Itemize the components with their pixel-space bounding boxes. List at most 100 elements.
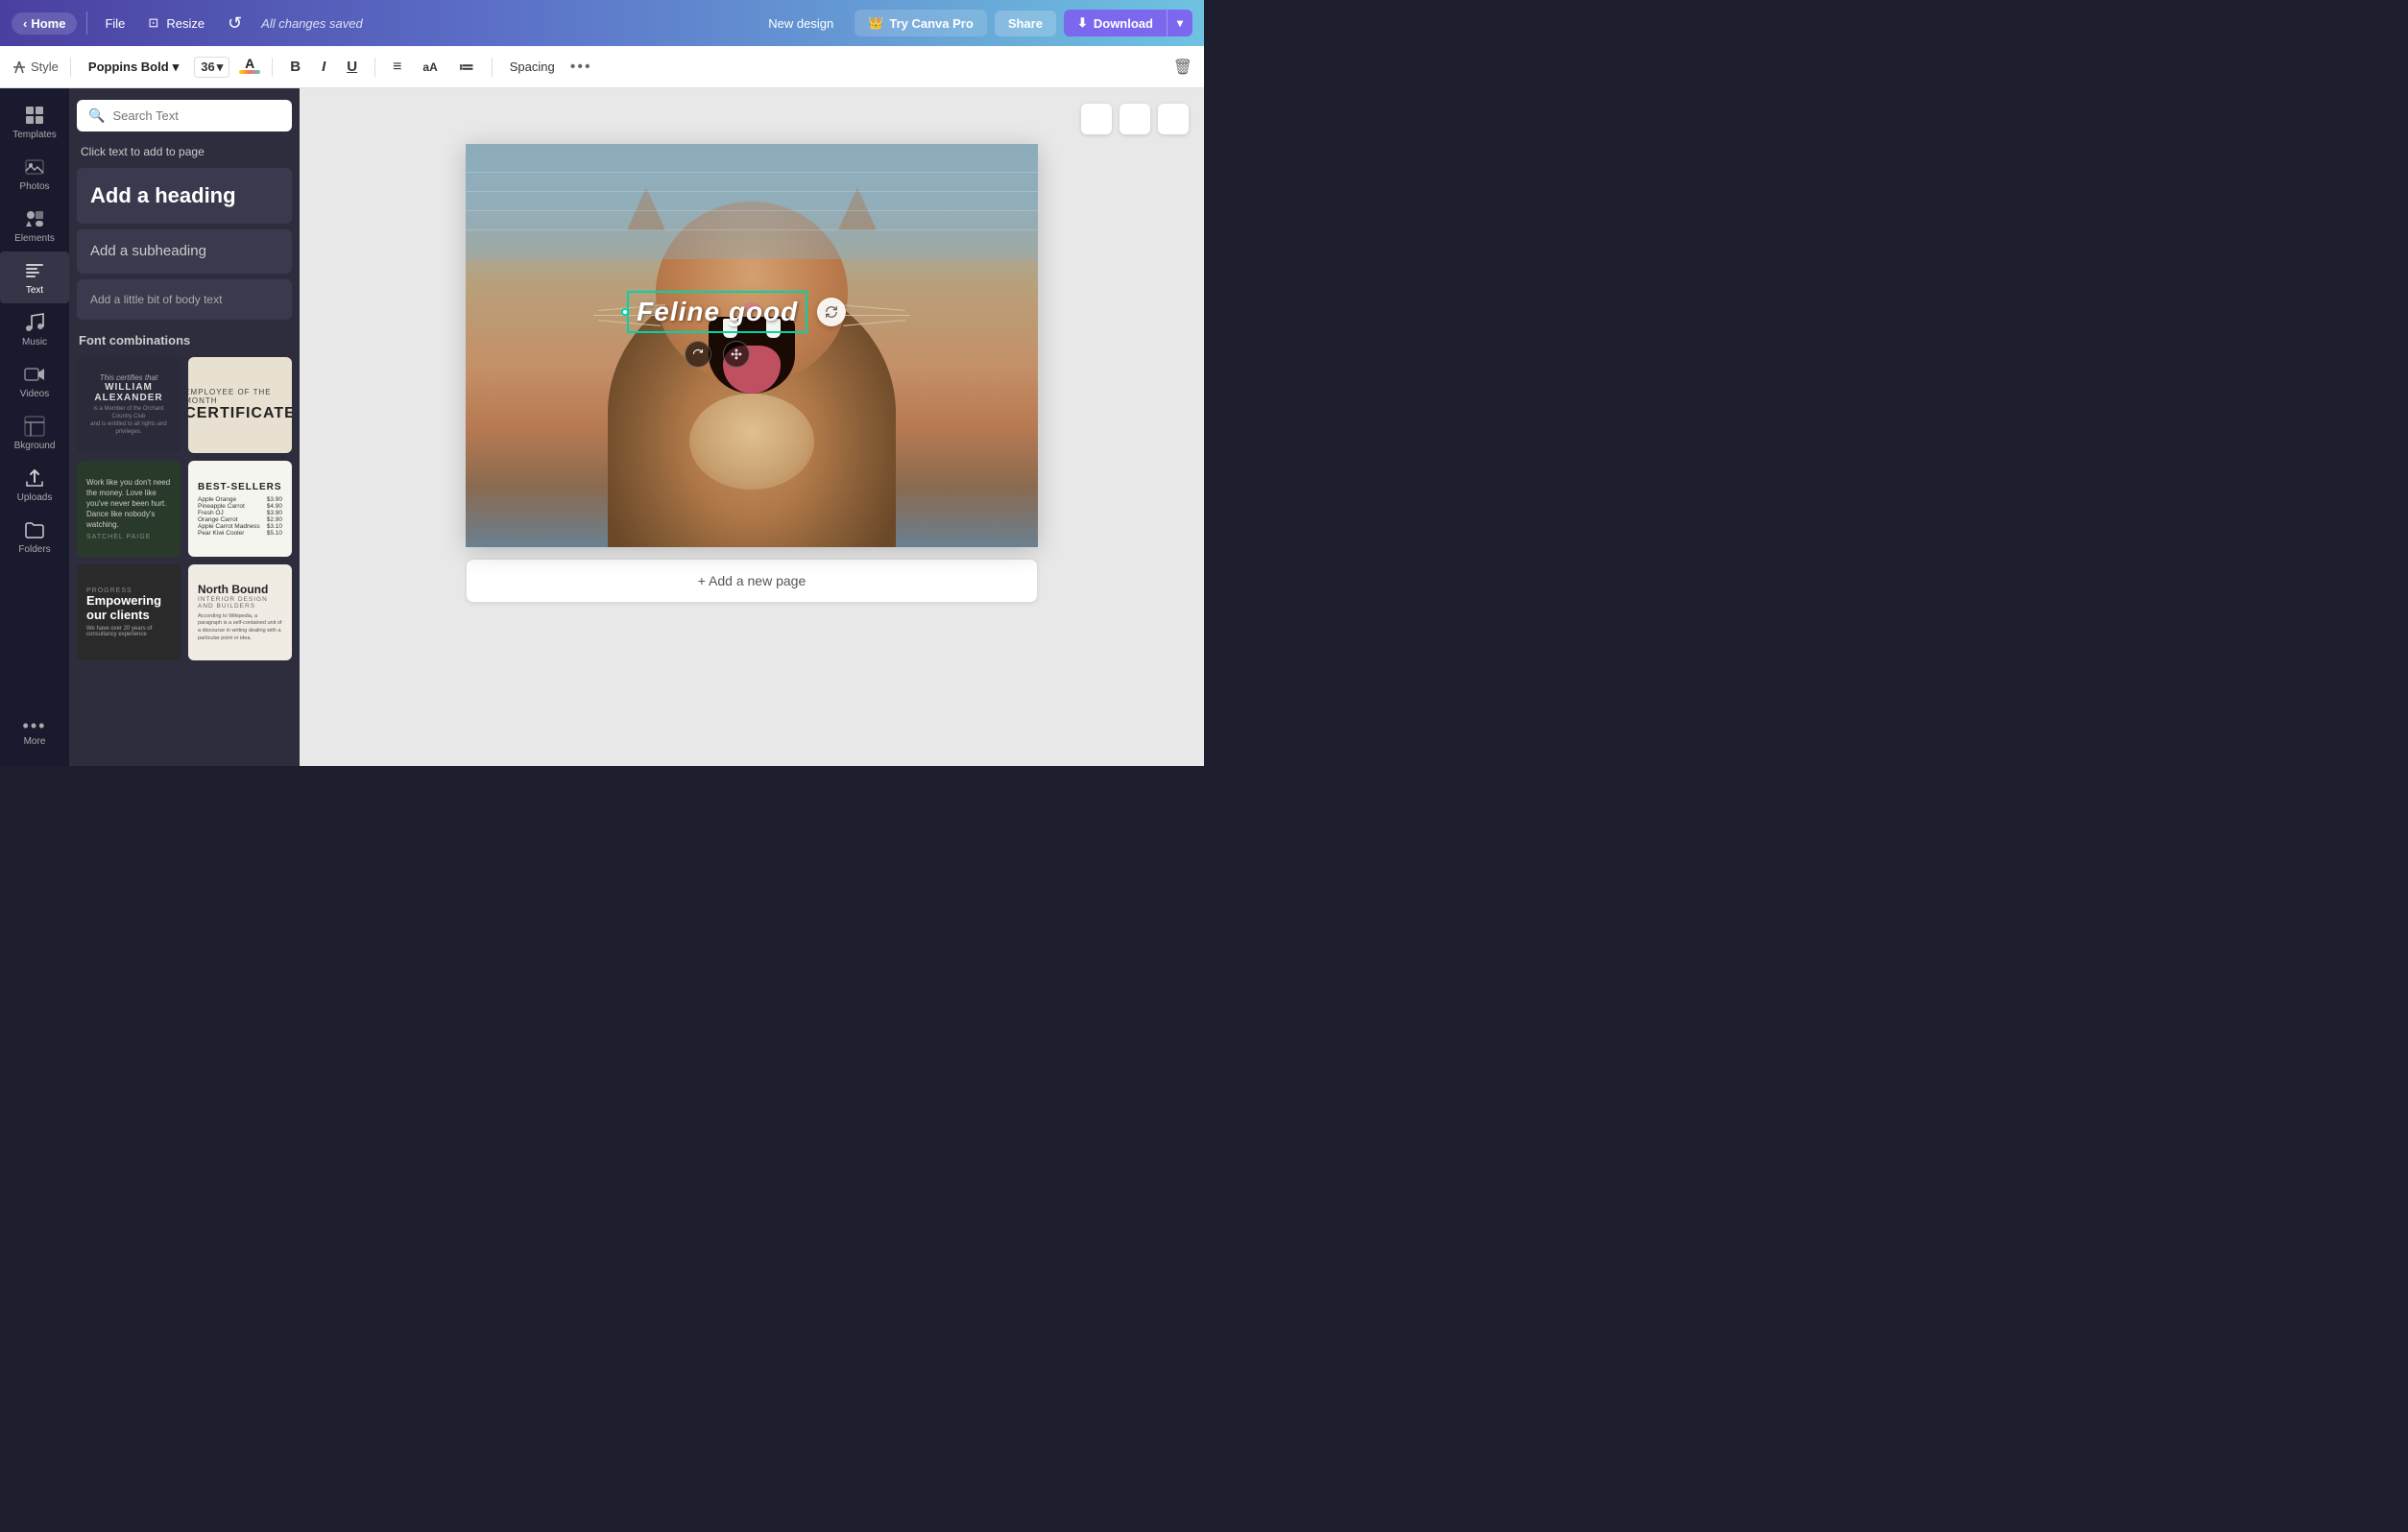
background-icon	[23, 415, 46, 438]
font-size-value: 36	[201, 60, 214, 74]
bold-button[interactable]: B	[284, 57, 306, 77]
sidebar-item-background[interactable]: Bkground	[0, 407, 69, 459]
rotate-handle[interactable]	[817, 298, 846, 326]
underline-button[interactable]: U	[341, 57, 363, 77]
body-text: Add a little bit of body text	[90, 293, 222, 306]
fc1-name: WILLIAM ALEXANDER	[86, 382, 171, 403]
fc5-sub: We have over 20 years of consultancy exp…	[86, 626, 171, 637]
undo-button[interactable]: ↺	[220, 10, 250, 37]
text-controls	[627, 341, 807, 368]
font-dropdown-icon: ▾	[173, 60, 180, 75]
case-button[interactable]: aA	[417, 59, 443, 76]
file-button[interactable]: File	[97, 12, 132, 35]
fc4-row-1: Apple Orange$3.90	[198, 496, 282, 503]
elements-icon	[23, 207, 46, 230]
music-label: Music	[22, 337, 47, 347]
font-combo-card-6[interactable]: North Bound INTERIOR DESIGN AND BUILDERS…	[188, 564, 292, 660]
text-rotate-btn[interactable]	[685, 341, 711, 368]
videos-label: Videos	[20, 389, 49, 399]
download-main-button[interactable]: ⬇ Download	[1064, 10, 1168, 36]
sidebar-item-uploads[interactable]: Uploads	[0, 459, 69, 511]
sidebar-item-text[interactable]: Text	[0, 251, 69, 303]
text-selection-dot	[621, 308, 629, 316]
templates-icon	[23, 104, 46, 127]
download-button-group: ⬇ Download ▾	[1064, 10, 1192, 36]
fc4-title: BEST-SELLERS	[198, 482, 282, 492]
fc4-row-4: Orange Carrot$2.90	[198, 516, 282, 523]
color-letter: A	[245, 57, 254, 70]
videos-icon	[23, 363, 46, 386]
fc6-body: According to Wikipedia, a paragraph is a…	[198, 613, 282, 643]
more-options-button[interactable]: •••	[570, 59, 592, 76]
add-body-button[interactable]: Add a little bit of body text	[77, 279, 292, 320]
resize-label: Resize	[166, 16, 205, 31]
font-combo-card-1[interactable]: This certifies that WILLIAM ALEXANDER is…	[77, 357, 181, 453]
add-subheading-button[interactable]: Add a subheading	[77, 229, 292, 274]
align-button[interactable]: ≡	[387, 57, 407, 78]
text-color-button[interactable]: A	[239, 57, 260, 78]
text-overlay[interactable]: Feline good	[627, 291, 807, 368]
font-combo-card-4[interactable]: BEST-SELLERS Apple Orange$3.90 Pineapple…	[188, 461, 292, 557]
canvas-frame: Feline good	[466, 144, 1038, 547]
fc1-italic: This certifies that	[86, 373, 171, 382]
sidebar-item-elements[interactable]: Elements	[0, 200, 69, 251]
style-icon	[12, 60, 27, 75]
font-combo-card-5[interactable]: PROGRESS Empowering our clients We have …	[77, 564, 181, 660]
text-move-btn[interactable]	[723, 341, 750, 368]
more-label: More	[24, 736, 46, 747]
new-design-button[interactable]: New design	[755, 11, 847, 36]
sidebar-item-more[interactable]: ••• More	[0, 708, 69, 754]
photos-icon	[23, 156, 46, 179]
text-toolbar: Style Poppins Bold ▾ 36 ▾ A B I U ≡ aA ≔…	[0, 46, 1204, 88]
italic-button[interactable]: I	[316, 57, 331, 77]
sidebar-item-photos[interactable]: Photos	[0, 148, 69, 200]
photos-label: Photos	[19, 181, 49, 192]
style-button[interactable]: Style	[12, 60, 59, 75]
font-combos-grid: This certifies that WILLIAM ALEXANDER is…	[77, 357, 292, 660]
sidebar-item-music[interactable]: Music	[0, 303, 69, 355]
download-icon: ⬇	[1077, 15, 1088, 31]
spacing-button[interactable]: Spacing	[504, 58, 561, 76]
duplicate-page-icon[interactable]: ⧉	[1081, 104, 1112, 134]
font-size-selector[interactable]: 36 ▾	[194, 57, 229, 78]
fc1-sub: is a Member of the Orchard Country Cluba…	[86, 406, 171, 436]
download-dropdown-button[interactable]: ▾	[1168, 11, 1192, 36]
wall-slat-3	[466, 192, 1038, 211]
fc4-row-2: Pineapple Carrot$4.90	[198, 503, 282, 510]
wall-slat-4	[466, 211, 1038, 230]
font-combo-card-3[interactable]: Work like you don't need the money. Love…	[77, 461, 181, 557]
add-page-icon[interactable]: +	[1158, 104, 1189, 134]
sidebar-item-templates[interactable]: Templates	[0, 96, 69, 148]
share-button[interactable]: Share	[995, 11, 1056, 36]
fc4-row-5: Apple Carrot Madness$3.10	[198, 523, 282, 530]
canvas-image[interactable]: Feline good	[466, 144, 1038, 547]
sidebar-item-folders[interactable]: Folders	[0, 511, 69, 563]
add-page-button[interactable]: + Add a new page	[466, 559, 1038, 603]
font-selector[interactable]: Poppins Bold ▾	[83, 58, 184, 77]
fc5-big: Empowering our clients	[86, 594, 171, 622]
uploads-label: Uploads	[17, 492, 53, 503]
subheading-text: Add a subheading	[90, 243, 206, 259]
fc6-sub: INTERIOR DESIGN AND BUILDERS	[198, 596, 282, 610]
home-button[interactable]: ‹ Home	[12, 12, 77, 35]
resize-icon: ⊡	[148, 15, 158, 31]
add-heading-button[interactable]: Add a heading	[77, 168, 292, 224]
chevron-left-icon: ‹	[23, 16, 27, 31]
try-pro-button[interactable]: 👑 Try Canva Pro	[855, 10, 987, 36]
sidebar-item-videos[interactable]: Videos	[0, 355, 69, 407]
font-combo-card-2[interactable]: EMPLOYEE OF THE MONTH CERTIFICATE	[188, 357, 292, 453]
delete-button[interactable]: 🗑	[1173, 58, 1192, 77]
search-input[interactable]	[112, 108, 280, 123]
copy-page-icon[interactable]: ❐	[1120, 104, 1150, 134]
canvas-text-selected[interactable]: Feline good	[627, 291, 807, 333]
list-button[interactable]: ≔	[453, 56, 480, 79]
main-content: Templates Photos Elements Text	[0, 88, 1204, 766]
background-label: Bkground	[14, 441, 56, 451]
try-pro-label: Try Canva Pro	[889, 16, 973, 31]
fc3-author: SATCHEL PAIGE	[86, 534, 171, 540]
elements-label: Elements	[14, 233, 55, 244]
resize-button[interactable]: ⊡ Resize	[140, 12, 212, 35]
wall-bg	[466, 144, 1038, 259]
text-icon	[23, 259, 46, 282]
fc3-quote: Work like you don't need the money. Love…	[86, 477, 171, 531]
